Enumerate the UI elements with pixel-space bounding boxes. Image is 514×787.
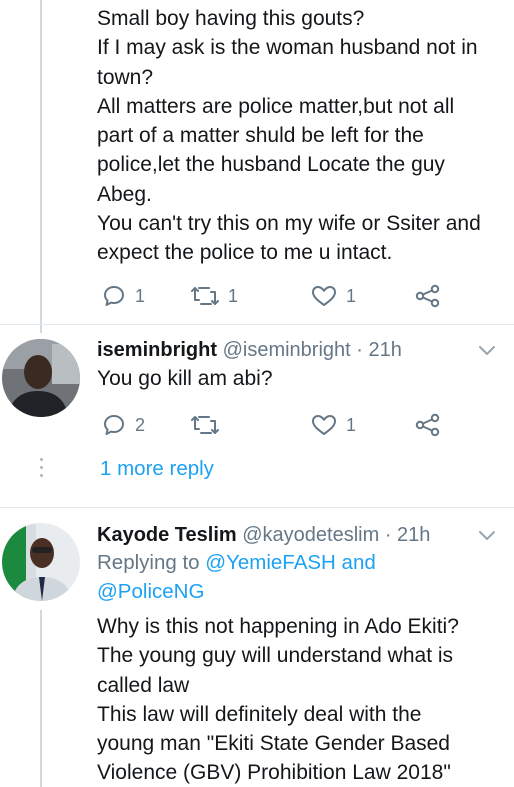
tweet-line: The young guy will understand what is [97, 644, 454, 668]
tweet-line: Small boy having this gouts? [97, 7, 365, 30]
tweet-line: Violence (GBV) Prohibition Law 2018" [97, 761, 451, 785]
like-button[interactable]: 1 [311, 410, 356, 440]
share-button[interactable] [415, 410, 441, 440]
tweet-divider [0, 324, 514, 325]
tweet-line: If I may ask is the woman husband not in [97, 36, 478, 60]
reply-icon [104, 286, 124, 306]
reply-icon [104, 415, 124, 435]
reply-count: 1 [135, 285, 146, 306]
mention-and[interactable]: and [342, 551, 376, 574]
like-icon [312, 415, 336, 435]
avatar[interactable] [2, 339, 80, 417]
replying-to-label: Replying to [97, 551, 200, 574]
retweet-button[interactable]: 1 [191, 281, 238, 311]
tweet-line: Abeg. [97, 182, 152, 206]
mention-link[interactable]: @PoliceNG [97, 580, 204, 603]
tweet-header: Kayode Teslim @kayodeteslim · 21h [97, 521, 504, 549]
tweet-divider [0, 507, 514, 508]
twitter-thread: Small boy having this gouts? If I may as… [0, 0, 514, 787]
mention-link[interactable]: @YemieFASH [205, 551, 336, 574]
tweet-text-1: Small boy having this gouts? If I may as… [97, 4, 504, 268]
chevron-down-icon[interactable] [478, 345, 496, 357]
tweet-actions-2: 2 1 [97, 410, 457, 440]
tweet-2: iseminbright @iseminbright · 21h You go … [97, 336, 504, 393]
tweet-time[interactable]: · 21h [356, 339, 402, 361]
reply-button[interactable]: 2 [102, 410, 145, 440]
tweet-line: called law [97, 673, 190, 697]
share-icon [415, 284, 440, 308]
thread-line [40, 610, 42, 787]
tweet-line: This law will definitely deal with the [97, 702, 422, 726]
like-count: 1 [346, 414, 357, 435]
tweet-line: police,let the husband Locate the guy [97, 153, 445, 177]
like-count: 1 [346, 285, 357, 306]
retweet-button[interactable] [191, 410, 228, 440]
tweet-text: Why is this not happening in Ado Ekiti? … [97, 612, 504, 787]
tweet-line: Why is this not happening in Ado Ekiti? [97, 615, 459, 638]
display-name[interactable]: Kayode Teslim [97, 524, 237, 546]
reply-button[interactable]: 1 [102, 281, 145, 311]
chevron-down-icon[interactable] [478, 530, 496, 542]
retweet-count: 1 [228, 285, 239, 306]
tweet-header: iseminbright @iseminbright · 21h [97, 336, 504, 364]
thread-line [40, 0, 42, 333]
tweet-line: young man "Ekiti State Gender Based [97, 732, 450, 756]
reply-count: 2 [135, 414, 146, 435]
user-handle[interactable]: @iseminbright [223, 339, 351, 361]
like-button[interactable]: 1 [311, 281, 356, 311]
avatar[interactable] [2, 523, 80, 601]
tweet-text: You go kill am abi? [97, 367, 273, 390]
tweet-line: town? [97, 65, 154, 89]
like-icon [312, 286, 336, 306]
retweet-icon [191, 287, 219, 305]
tweet-3: Kayode Teslim @kayodeteslim · 21h Replyi… [97, 521, 504, 787]
tweet-line: part of a matter shuld be left for the [97, 124, 424, 148]
thread-dots [40, 458, 44, 482]
replying-to: Replying to @YemieFASH and @PoliceNG [97, 549, 504, 606]
tweet-time[interactable]: · 21h [385, 524, 431, 546]
tweet-line: All matters are police matter,but not al… [97, 94, 455, 118]
share-icon [415, 413, 440, 437]
tweet-line: You can't try this on my wife or Ssiter … [97, 212, 481, 236]
display-name[interactable]: iseminbright [97, 339, 217, 361]
user-handle[interactable]: @kayodeteslim [242, 524, 379, 546]
share-button[interactable] [415, 281, 441, 311]
tweet-line: expect the police to me u intact. [97, 241, 393, 265]
more-replies-link[interactable]: 1 more reply [100, 457, 214, 481]
retweet-icon [191, 416, 219, 434]
tweet-actions-1: 1 1 1 [97, 281, 457, 311]
